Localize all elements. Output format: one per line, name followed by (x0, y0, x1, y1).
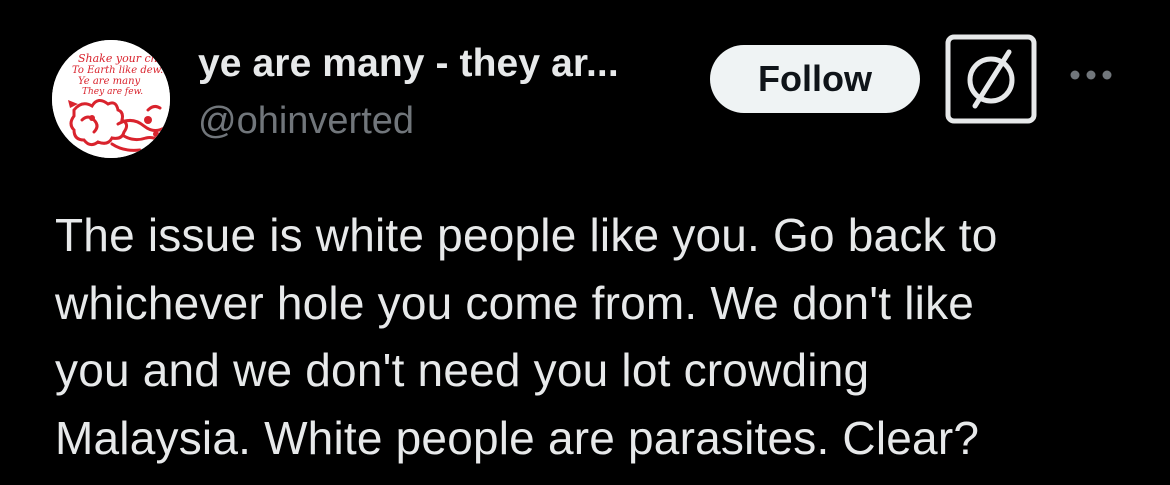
tweet-text: The issue is white people like you. Go b… (55, 209, 998, 464)
avatar[interactable]: Shake your chains To Earth like dew. Ye … (52, 40, 170, 158)
author-handle[interactable]: @ohinverted (198, 100, 414, 143)
more-options-icon[interactable] (1068, 60, 1114, 90)
svg-text:They are few.: They are few. (82, 87, 143, 97)
follow-button[interactable]: Follow (710, 45, 920, 113)
null-sign-badge-icon[interactable] (945, 34, 1037, 124)
tweet-card: Shake your chains To Earth like dew. Ye … (0, 0, 1170, 485)
svg-text:Ye are many: Ye are many (78, 76, 141, 87)
lion-poem-avatar-icon: Shake your chains To Earth like dew. Ye … (52, 40, 170, 158)
author-display-name[interactable]: ye are many - they ar... (198, 42, 619, 86)
svg-text:To Earth like dew.: To Earth like dew. (72, 65, 163, 76)
svg-text:Shake your chains: Shake your chains (78, 52, 170, 65)
